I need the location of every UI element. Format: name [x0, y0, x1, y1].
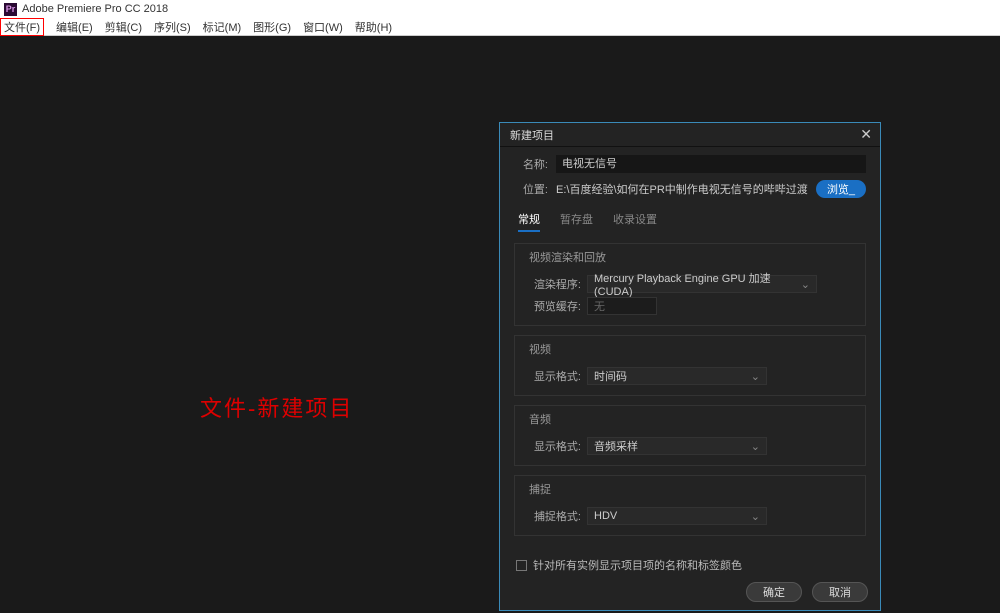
dialog-tabs: 常规 暂存盘 收录设置: [518, 211, 866, 232]
menu-graphics[interactable]: 图形(G): [253, 19, 291, 35]
dialog-title: 新建项目: [510, 127, 554, 143]
close-icon[interactable]: ✕: [860, 126, 872, 143]
group-capture-legend: 捕捉: [525, 481, 555, 497]
dialog-title-bar: 新建项目 ✕: [500, 123, 880, 147]
name-input[interactable]: 电视无信号: [556, 155, 866, 173]
menu-window[interactable]: 窗口(W): [303, 19, 343, 35]
video-format-select[interactable]: 时间码⌄: [587, 367, 767, 385]
dialog-footer: 确定 取消: [746, 582, 868, 602]
app-title: Adobe Premiere Pro CC 2018: [22, 3, 168, 15]
app-icon: Pr: [4, 3, 17, 16]
tab-ingest[interactable]: 收录设置: [613, 211, 657, 232]
cancel-button[interactable]: 取消: [812, 582, 868, 602]
location-dropdown[interactable]: E:\百度经验\如何在PR中制作电视无信号的哔哔过渡效果: [556, 180, 808, 198]
capture-format-label: 捕捉格式:: [525, 508, 581, 524]
menu-sequence[interactable]: 序列(S): [154, 19, 191, 35]
label-color-label: 针对所有实例显示项目项的名称和标签颜色: [533, 557, 742, 573]
group-audio: 音频 显示格式: 音频采样⌄: [514, 405, 866, 466]
new-project-dialog: 新建项目 ✕ 名称: 电视无信号 位置: E:\百度经验\如何在PR中制作电视无…: [499, 122, 881, 611]
group-render: 视频渲染和回放 渲染程序: Mercury Playback Engine GP…: [514, 243, 866, 326]
audio-format-label: 显示格式:: [525, 438, 581, 454]
group-capture: 捕捉 捕捉格式: HDV⌄: [514, 475, 866, 536]
renderer-select[interactable]: Mercury Playback Engine GPU 加速 (CUDA)⌄: [587, 275, 817, 293]
location-row: 位置: E:\百度经验\如何在PR中制作电视无信号的哔哔过渡效果 浏览_: [514, 180, 866, 198]
title-bar: Pr Adobe Premiere Pro CC 2018: [0, 0, 1000, 18]
menu-bar: 文件(F) 编辑(E) 剪辑(C) 序列(S) 标记(M) 图形(G) 窗口(W…: [0, 18, 1000, 36]
menu-help[interactable]: 帮助(H): [355, 19, 392, 35]
preview-cache-label: 预览缓存:: [525, 298, 581, 314]
label-color-checkbox[interactable]: [516, 560, 527, 571]
audio-format-select[interactable]: 音频采样⌄: [587, 437, 767, 455]
name-row: 名称: 电视无信号: [514, 155, 866, 173]
location-label: 位置:: [514, 181, 548, 197]
name-label: 名称:: [514, 156, 548, 172]
menu-clip[interactable]: 剪辑(C): [105, 19, 142, 35]
annotation-text: 文件-新建项目: [200, 391, 353, 423]
menu-edit[interactable]: 编辑(E): [56, 19, 93, 35]
group-video-legend: 视频: [525, 341, 555, 357]
renderer-label: 渲染程序:: [525, 276, 581, 292]
group-render-legend: 视频渲染和回放: [525, 249, 610, 265]
browse-button[interactable]: 浏览_: [816, 180, 866, 198]
group-audio-legend: 音频: [525, 411, 555, 427]
group-video: 视频 显示格式: 时间码⌄: [514, 335, 866, 396]
tab-scratch[interactable]: 暂存盘: [560, 211, 593, 232]
video-format-label: 显示格式:: [525, 368, 581, 384]
preview-cache-select: 无: [587, 297, 657, 315]
ok-button[interactable]: 确定: [746, 582, 802, 602]
capture-format-select[interactable]: HDV⌄: [587, 507, 767, 525]
menu-marker[interactable]: 标记(M): [203, 19, 242, 35]
tab-general[interactable]: 常规: [518, 211, 540, 232]
menu-file[interactable]: 文件(F): [0, 18, 44, 36]
label-color-row: 针对所有实例显示项目项的名称和标签颜色: [516, 557, 866, 573]
